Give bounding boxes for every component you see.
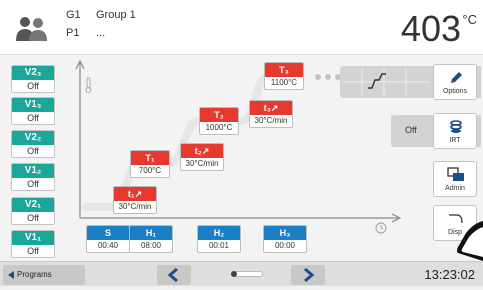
time-value: 08:00 (140, 241, 162, 250)
temp-t3[interactable]: T₃ 1100°C (264, 62, 304, 90)
header-bar: G1 Group 1 P1 ... 403 °C (0, 0, 483, 55)
time-label: H₃ (264, 226, 306, 240)
irt-state: Off (405, 125, 417, 135)
time-value: 00:01 (208, 241, 230, 250)
temp-label: T₃ (265, 63, 303, 77)
prev-page-button[interactable] (157, 265, 191, 285)
time-label: H₁ (130, 226, 172, 240)
vacuum-label: V2₂ (12, 131, 54, 145)
vacuum-v1-3[interactable]: V1₃ Off (11, 97, 55, 125)
vacuum-value: Off (27, 113, 39, 123)
vacuum-label: V2₃ (12, 66, 54, 80)
rate-label: t₁↗ (114, 187, 156, 201)
rate-value: 30°C/min (118, 202, 152, 211)
vacuum-label: V1₁ (12, 231, 54, 245)
temp-value: 1100°C (270, 78, 298, 87)
rate-label: t₂↗ (181, 144, 223, 158)
curve-dot (325, 74, 331, 80)
vacuum-value: Off (27, 246, 39, 256)
vacuum-v2-3[interactable]: V2₃ Off (11, 65, 55, 93)
vacuum-v2-2[interactable]: V2₂ Off (11, 130, 55, 158)
page-dot (231, 271, 237, 277)
touch-stylus-icon (457, 221, 483, 261)
temp-t1[interactable]: T₁ 700°C (130, 150, 170, 178)
temp-label: T₁ (131, 151, 169, 165)
pencil-icon (451, 72, 462, 83)
rate-value: 30°C/min (185, 159, 219, 168)
curve-dot (315, 74, 321, 80)
time-s[interactable]: S 00:40 (86, 225, 130, 253)
temp-t2[interactable]: T₂ 1000°C (199, 107, 239, 135)
vacuum-v1-2[interactable]: V1₂ Off (11, 163, 55, 191)
vacuum-label: V1₃ (12, 98, 54, 112)
page-indicator (231, 271, 263, 277)
temp-value: 1000°C (205, 123, 233, 132)
time-value: 00:40 (97, 241, 119, 250)
temperature-readout: 403 (400, 8, 461, 49)
irt-label: IRT (449, 137, 461, 144)
clock-icon (375, 222, 387, 234)
rate-t3[interactable]: t₃↗ 30°C/min (249, 100, 293, 128)
time-h1[interactable]: H₁ 08:00 (129, 225, 173, 253)
temp-value: 700°C (138, 166, 162, 175)
admin-icon (447, 167, 464, 181)
rate-t2[interactable]: t₂↗ 30°C/min (180, 143, 224, 171)
admin-label: Admin (445, 185, 465, 192)
program-area: V2₃ Off V1₃ Off V2₂ Off V1₂ Off V2₁ Off … (0, 55, 483, 261)
vacuum-v1-1[interactable]: V1₁ Off (11, 230, 55, 258)
vacuum-label: V2₁ (12, 198, 54, 212)
thermometer-icon (85, 77, 92, 93)
next-page-button[interactable] (291, 265, 325, 285)
time-label: H₂ (198, 226, 240, 240)
rate-t1[interactable]: t₁↗ 30°C/min (113, 186, 157, 214)
options-button[interactable]: Options (433, 64, 477, 100)
program-code: P1 (66, 27, 80, 39)
vacuum-v2-1[interactable]: V2₁ Off (11, 197, 55, 225)
vacuum-value: Off (27, 179, 39, 189)
clock-time: 13:23:02 (424, 267, 475, 282)
time-h2[interactable]: H₂ 00:01 (197, 225, 241, 253)
chevron-left-icon (167, 267, 178, 283)
time-value: 00:00 (274, 241, 296, 250)
vacuum-value: Off (27, 81, 39, 91)
back-arrow-icon (8, 271, 14, 279)
rate-value: 30°C/min (254, 116, 288, 125)
irt-button[interactable]: IRT (433, 113, 477, 149)
vacuum-value: Off (27, 213, 39, 223)
programs-label: Programs (17, 270, 52, 279)
time-h3[interactable]: H₃ 00:00 (263, 225, 307, 253)
options-label: Options (442, 88, 468, 95)
footer-bar: Programs 13:23:02 (0, 261, 483, 286)
rate-label: t₃↗ (250, 101, 292, 115)
irt-icon (450, 120, 462, 133)
admin-button[interactable]: Admin (433, 161, 477, 197)
users-icon[interactable] (14, 14, 48, 42)
time-label: S (87, 226, 129, 240)
group-code: G1 (66, 9, 81, 21)
temperature-unit: °C (462, 12, 477, 27)
vacuum-value: Off (27, 146, 39, 156)
chevron-right-icon (304, 267, 315, 283)
group-name: Group 1 (96, 9, 136, 21)
temp-label: T₂ (200, 108, 238, 122)
program-name: ... (96, 27, 106, 39)
programs-button[interactable]: Programs (3, 265, 85, 285)
vacuum-label: V1₂ (12, 164, 54, 178)
mini-graph (342, 68, 430, 96)
